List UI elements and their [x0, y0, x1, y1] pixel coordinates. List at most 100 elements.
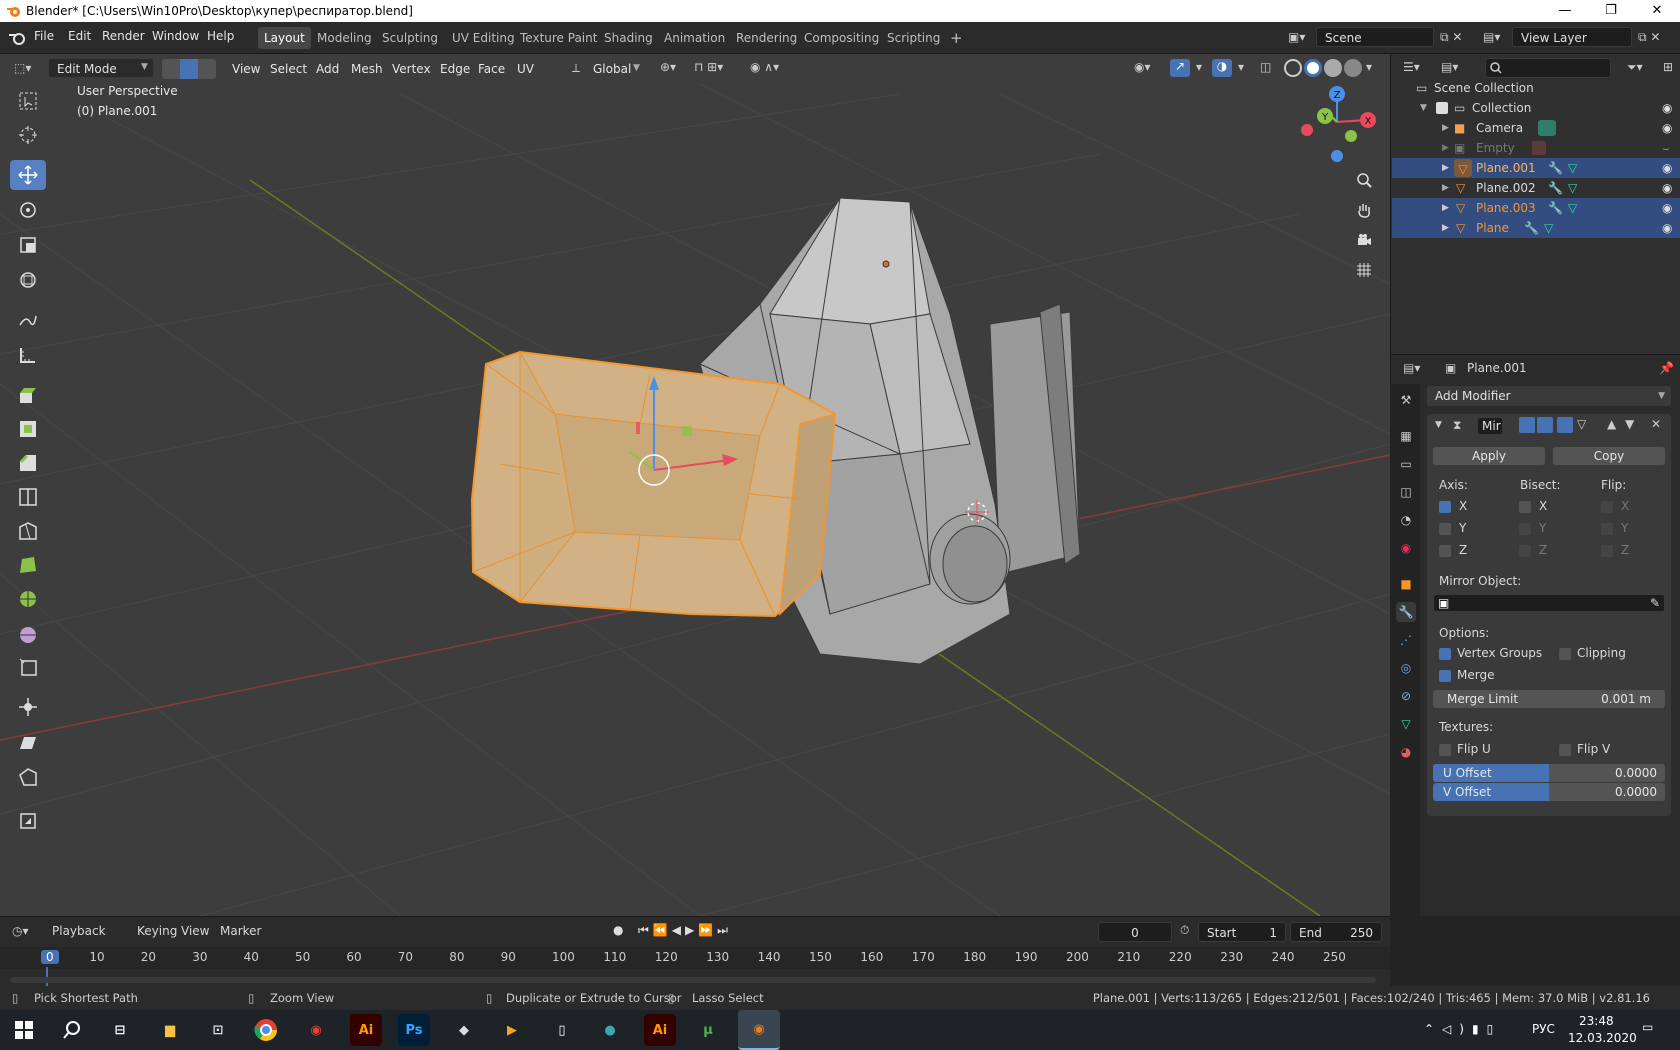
task-view-icon[interactable]: ⊟ — [104, 1014, 136, 1046]
language-indicator[interactable]: РУС — [1532, 1022, 1555, 1036]
utorrent-icon[interactable]: µ — [692, 1014, 724, 1046]
mesh-data-icon[interactable]: ▽ — [1568, 198, 1577, 218]
eyedropper-icon[interactable]: ✎ — [1650, 595, 1660, 611]
material-shading-icon[interactable] — [1324, 59, 1342, 77]
daemon-tools-icon[interactable]: ◉ — [300, 1014, 332, 1046]
mesh-data-icon[interactable]: ▽ — [1568, 178, 1577, 198]
transform-orientation-select[interactable]: Global — [593, 62, 631, 76]
gizmo-toggle-icon[interactable]: ↗ — [1170, 59, 1190, 77]
menu-uv[interactable]: UV — [517, 62, 534, 76]
bisect-x-checkbox[interactable] — [1519, 501, 1531, 513]
plane-001-eye-icon[interactable]: ◉ — [1662, 158, 1672, 178]
notifications-icon[interactable]: ▭ — [1642, 1020, 1653, 1034]
tab-compositing[interactable]: Compositing — [798, 27, 885, 49]
tab-uv-editing[interactable]: UV Editing — [446, 27, 521, 49]
shear-tool-icon[interactable] — [10, 728, 46, 758]
overlay-toggle-icon[interactable]: ◑ — [1212, 59, 1232, 77]
pivot-icon[interactable]: ⊕▾ — [660, 60, 676, 74]
tab-layout[interactable]: Layout — [258, 27, 311, 49]
tray-icons[interactable]: ⌃◁)▮▯ — [1424, 1022, 1501, 1036]
tab-rendering[interactable]: Rendering — [730, 27, 803, 49]
properties-editor-icon[interactable]: ▤▾ — [1403, 361, 1420, 375]
mode-select[interactable]: Edit Mode — [48, 58, 154, 78]
start-frame-field[interactable]: Start 1 — [1198, 922, 1286, 942]
expand-icon[interactable]: ▶ — [1442, 138, 1449, 158]
illustrator-icon[interactable]: Ai — [350, 1014, 382, 1046]
flip-z-checkbox[interactable] — [1601, 545, 1613, 557]
render-tab-icon[interactable]: ▦ — [1396, 426, 1416, 446]
outliner-search-input[interactable] — [1485, 58, 1611, 78]
expand-icon[interactable]: ▶ — [1442, 218, 1449, 238]
collection-eye-icon[interactable]: ◉ — [1662, 98, 1672, 118]
axis-z-checkbox[interactable] — [1439, 545, 1451, 557]
constraints-tab-icon[interactable]: ⊘ — [1396, 686, 1416, 706]
outliner-row-plane-003[interactable]: ▶ ▽ Plane.003 🔧 ▽ ◉ — [1392, 198, 1680, 218]
timeline-scrollbar[interactable] — [10, 977, 1376, 983]
proportional-edit-icon[interactable]: ◉ ∧▾ — [750, 60, 779, 74]
scene-icon[interactable]: ▣▾ — [1288, 30, 1305, 44]
plane-003-eye-icon[interactable]: ◉ — [1662, 198, 1672, 218]
shading-menu-icon[interactable]: ▾ — [1366, 60, 1372, 74]
store-icon[interactable]: ⊡ — [202, 1014, 234, 1046]
camera-eye-icon[interactable]: ◉ — [1662, 118, 1672, 138]
scene-tab-icon[interactable]: ◔ — [1396, 510, 1416, 530]
rendered-shading-icon[interactable] — [1344, 59, 1362, 77]
view-layer-field[interactable]: View Layer — [1512, 27, 1632, 47]
collapse-icon[interactable]: ▼ — [1435, 420, 1442, 430]
new-collection-icon[interactable]: ⊞ — [1663, 60, 1673, 74]
add-modifier-dropdown[interactable]: Add Modifier ▼ — [1427, 386, 1671, 406]
spin-tool-icon[interactable] — [10, 584, 46, 614]
poly-build-tool-icon[interactable] — [10, 550, 46, 580]
outliner-row-plane-001[interactable]: ▶ ▽ Plane.001 🔧 ▽ ◉ — [1392, 158, 1680, 178]
on-cage-icon[interactable]: ▽ — [1577, 417, 1586, 431]
clipping-checkbox[interactable] — [1559, 648, 1571, 660]
view-layer-new-icon[interactable]: ⧉ ✕ — [1638, 30, 1660, 45]
menu-edit[interactable]: Edit — [68, 29, 91, 43]
document-icon[interactable]: ▯ — [546, 1014, 578, 1046]
modifier-tab-icon[interactable]: 🔧 — [1396, 602, 1416, 622]
collection-check-icon[interactable] — [1436, 102, 1448, 114]
outliner-row-plane[interactable]: ▶ ▽ Plane 🔧 ▽ ◉ — [1392, 218, 1680, 238]
navigation-gizmo[interactable]: Z X Y — [1301, 86, 1376, 162]
record-icon[interactable]: ● — [613, 923, 623, 937]
menu-mesh[interactable]: Mesh — [351, 62, 383, 76]
particles-tab-icon[interactable]: ⋰ — [1396, 630, 1416, 650]
move-down-icon[interactable]: ▼ — [1625, 417, 1634, 431]
start-menu-icon[interactable] — [8, 1014, 40, 1046]
tab-scripting[interactable]: Scripting — [881, 27, 946, 49]
view-layer-icon[interactable]: ▤▾ — [1483, 30, 1500, 44]
plane-002-eye-icon[interactable]: ◉ — [1662, 178, 1672, 198]
knife-tool-icon[interactable] — [10, 516, 46, 546]
ortho-grid-icon[interactable] — [1350, 256, 1378, 284]
pin-icon[interactable]: 📌 — [1659, 361, 1674, 375]
current-frame-marker[interactable]: 0 — [41, 950, 59, 964]
rotate-tool-icon[interactable] — [10, 195, 46, 225]
restore-icon[interactable]: ❐ — [1588, 0, 1634, 22]
menu-file[interactable]: File — [34, 29, 54, 43]
expand-icon[interactable]: ▶ — [1442, 178, 1449, 198]
axis-x-checkbox[interactable] — [1439, 501, 1451, 513]
physics-tab-icon[interactable]: ◎ — [1396, 658, 1416, 678]
u-offset-slider[interactable]: U Offset 0.0000 — [1433, 764, 1665, 782]
editmode-toggle-icon[interactable] — [1519, 417, 1535, 433]
outliner-row-collection[interactable]: ▼ ▭ Collection ◉ — [1392, 98, 1680, 118]
menu-vertex[interactable]: Vertex — [392, 62, 431, 76]
outliner-row-camera[interactable]: ▶ ■ Camera ◉ — [1392, 118, 1680, 138]
mesh-data-tab-icon[interactable]: ▽ — [1396, 714, 1416, 734]
menu-add[interactable]: Add — [316, 62, 339, 76]
search-taskbar-icon[interactable] — [56, 1014, 88, 1046]
cursor-tool-icon[interactable] — [10, 120, 46, 150]
camera-view-icon[interactable] — [1350, 226, 1378, 254]
snap-icon[interactable]: ⊓ ⊞▾ — [694, 60, 723, 74]
filter-icon[interactable]: ⏷▾ — [1627, 60, 1643, 75]
tab-texture-paint[interactable]: Texture Paint — [514, 27, 603, 49]
plane-eye-icon[interactable]: ◉ — [1662, 218, 1672, 238]
menu-window[interactable]: Window — [152, 29, 199, 43]
scale-tool-icon[interactable] — [10, 230, 46, 260]
outliner-row-plane-002[interactable]: ▶ ▽ Plane.002 🔧 ▽ ◉ — [1392, 178, 1680, 198]
modifier-wrench-icon[interactable]: 🔧 — [1524, 218, 1539, 238]
object-tab-icon[interactable]: ■ — [1396, 574, 1416, 594]
render-toggle-icon[interactable] — [1557, 417, 1573, 433]
mirror-object-field[interactable]: ▣ ✎ — [1433, 594, 1665, 612]
clock-date[interactable]: 12.03.2020 — [1568, 1031, 1637, 1045]
